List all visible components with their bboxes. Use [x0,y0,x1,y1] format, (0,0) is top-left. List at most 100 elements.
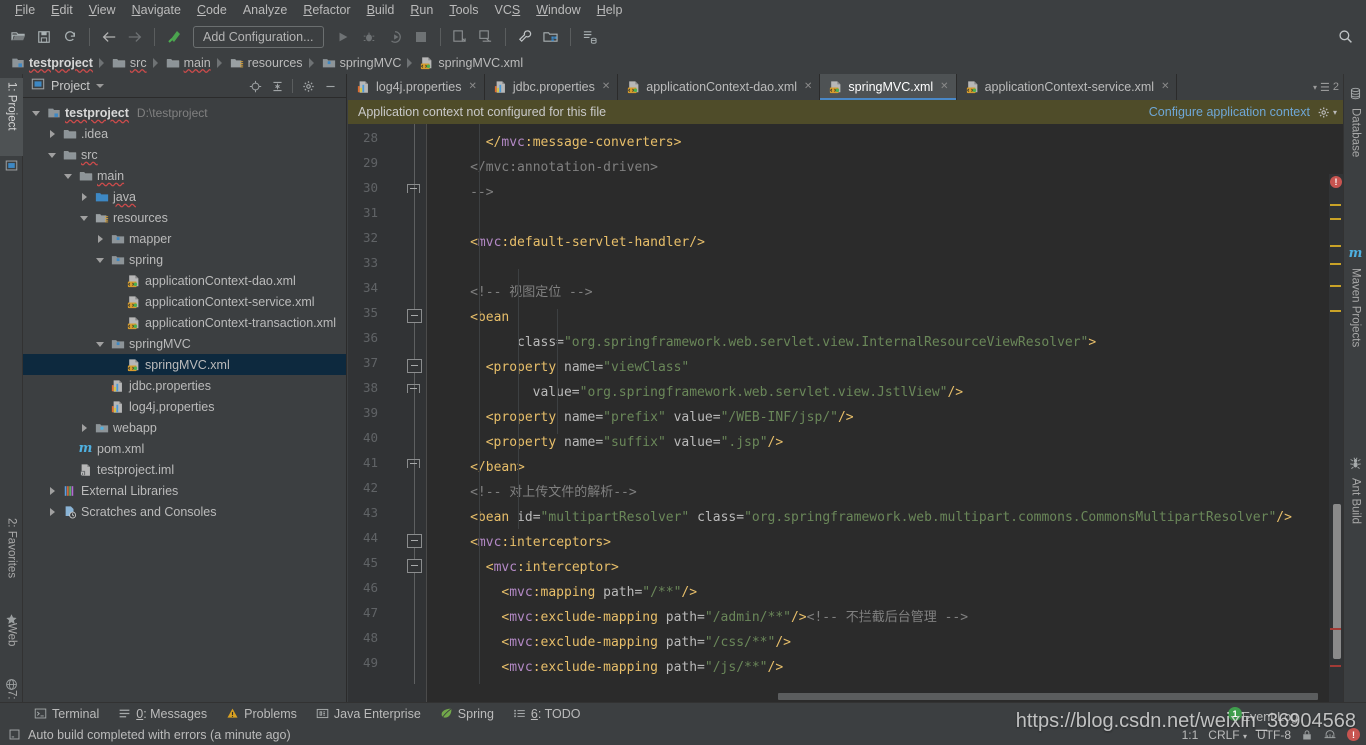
editor-tab-applicationcontext-dao-xml[interactable]: applicationContext-dao.xml ✕ [618,74,821,100]
tree-twisty-right-icon[interactable] [45,504,61,520]
tool-window-java-enterprise[interactable]: Java Enterprise [308,705,429,723]
settings-wrench-icon[interactable] [513,25,537,49]
fold-marker-box[interactable] [407,559,422,573]
tree-twisty-down-icon[interactable] [93,252,109,268]
update-app-icon[interactable] [448,25,472,49]
tool-strip-web[interactable]: Web [0,619,23,675]
tree-twisty-down-icon[interactable] [45,147,61,163]
editor-gutter[interactable]: 28 29 30 31 32 33 34 35 36 37 38 39 40 41 42 43 44 45 46 47… [348,124,426,702]
code-content[interactable]: </mvc:message-converters> </mvc:annotatio… [427,124,1343,702]
tree-node[interactable]: testproject D:\testproject [23,102,346,123]
tree-node[interactable]: m pom.xml [23,438,346,459]
debug-icon[interactable] [357,25,381,49]
editor-marker[interactable] [1330,284,1341,287]
breadcrumb-item-springmvc-xml[interactable]: springMVC.xml [417,53,525,73]
tree-node[interactable]: webapp [23,417,346,438]
tree-node[interactable]: spring [23,249,346,270]
tool-window-spring[interactable]: Spring [432,705,502,723]
editor-tab-applicationcontext-service-xml[interactable]: applicationContext-service.xml ✕ [957,74,1178,100]
locate-target-icon[interactable] [245,76,265,96]
back-arrow-icon[interactable] [97,25,121,49]
breadcrumb-item-testproject[interactable]: testproject [8,53,95,73]
sync-icon[interactable] [58,25,82,49]
fold-column[interactable] [404,124,426,702]
breadcrumb-item-src[interactable]: src [109,53,149,73]
menu-item-file[interactable]: File [7,1,43,20]
editor-marker[interactable] [1330,203,1341,206]
tree-twisty-right-icon[interactable] [45,126,61,142]
vertical-scroll-thumb[interactable] [1333,504,1341,659]
breadcrumb-item-resources[interactable]: resources [227,53,305,73]
database-console-icon[interactable] [578,25,602,49]
build-hammer-icon[interactable] [162,25,186,49]
tree-node[interactable]: src [23,144,346,165]
tree-node[interactable]: main [23,165,346,186]
editor-marker[interactable] [1330,628,1341,631]
fold-marker-end[interactable] [407,459,422,473]
menu-item-run[interactable]: Run [402,1,441,20]
breadcrumb-item-springmvc[interactable]: springMVC [319,53,404,73]
code-viewport[interactable]: 28 29 30 31 32 33 34 35 36 37 38 39 40 41 42 43 44 45 46 47… [348,124,1343,702]
tree-twisty-right-icon[interactable] [77,189,93,205]
tree-node[interactable]: jdbc.properties [23,375,346,396]
deploy-icon[interactable] [474,25,498,49]
fold-marker-end[interactable] [407,184,422,198]
horizontal-scrollbar[interactable] [778,693,1318,700]
close-icon[interactable]: ✕ [940,82,948,92]
write-access-icon[interactable] [1301,729,1313,741]
stop-icon[interactable] [409,25,433,49]
close-icon[interactable]: ✕ [1161,82,1169,92]
run-configuration-selector[interactable]: Add Configuration... [193,25,324,48]
error-marker-bar[interactable]: ! [1329,174,1343,702]
project-structure-icon[interactable] [539,25,563,49]
menu-item-build[interactable]: Build [359,1,403,20]
collapse-all-icon[interactable] [267,76,287,96]
tree-node[interactable]: Scratches and Consoles [23,501,346,522]
editor-marker[interactable] [1330,665,1341,668]
tool-window-problems[interactable]: Problems [218,705,305,723]
menu-item-navigate[interactable]: Navigate [124,1,189,20]
tree-twisty-down-icon[interactable] [61,168,77,184]
fold-marker-end[interactable] [407,384,422,398]
close-icon[interactable]: ✕ [804,82,812,92]
breadcrumb-item-main[interactable]: main [163,53,213,73]
forward-arrow-icon[interactable] [123,25,147,49]
menu-item-tools[interactable]: Tools [441,1,486,20]
menu-item-refactor[interactable]: Refactor [295,1,358,20]
tree-twisty-down-icon[interactable] [93,336,109,352]
tree-node[interactable]: .idea [23,123,346,144]
chevron-down-icon[interactable] [95,83,104,88]
fold-marker-box[interactable] [407,359,422,373]
tree-node[interactable]: applicationContext-service.xml [23,291,346,312]
tree-node[interactable]: resources [23,207,346,228]
tool-strip-ant-build[interactable]: Ant Build [1344,474,1366,546]
close-icon[interactable]: ✕ [468,82,476,92]
tree-node[interactable]: applicationContext-dao.xml [23,270,346,291]
run-icon[interactable] [331,25,355,49]
project-tree[interactable]: testproject D:\testproject .idea src main jav… [23,98,346,702]
fold-marker-box[interactable] [407,309,422,323]
menu-item-analyze[interactable]: Analyze [235,1,295,20]
hide-minus-icon[interactable] [320,76,340,96]
editor-marker[interactable] [1330,245,1341,248]
editor-tab-overflow[interactable]: ▾ ☰ 2 [1306,74,1339,100]
line-separator-selector[interactable]: CRLF ▾ [1208,728,1247,742]
event-log-button[interactable]: Event Log [1242,710,1298,724]
editor-marker[interactable] [1330,309,1341,312]
error-count-badge[interactable]: ! [1330,176,1342,188]
tree-twisty-right-icon[interactable] [77,420,93,436]
tree-twisty-down-icon[interactable] [29,105,45,121]
horizontal-scroll-thumb[interactable] [778,693,1318,700]
tree-node[interactable]: java [23,186,346,207]
gear-icon[interactable]: ▾ [1318,106,1337,119]
tool-window-terminal[interactable]: Terminal [26,705,107,723]
editor-tab-springmvc-xml[interactable]: springMVC.xml ✕ [820,74,957,100]
menu-item-window[interactable]: Window [528,1,588,20]
tool-strip-2--favorites[interactable]: 2: Favorites [0,514,23,610]
tree-node[interactable]: log4j.properties [23,396,346,417]
editor-marker[interactable] [1330,263,1341,266]
tool-window-0--messages[interactable]: 0: Messages [110,705,215,723]
tool-strip-maven-projects[interactable]: Maven Projects [1344,264,1366,382]
menu-item-vcs[interactable]: VCS [487,1,529,20]
tree-node[interactable]: mapper [23,228,346,249]
